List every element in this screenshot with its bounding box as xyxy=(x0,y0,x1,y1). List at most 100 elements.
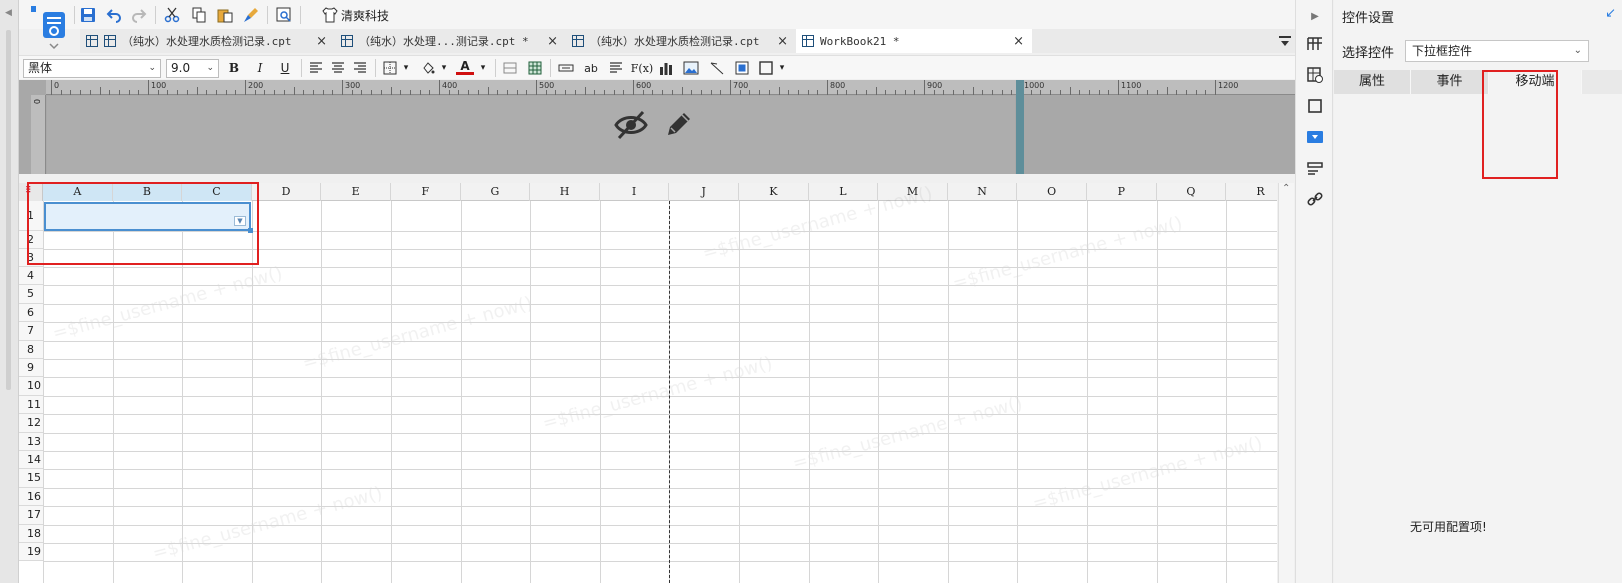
font-size-value: 9.0 xyxy=(171,61,191,75)
row-header-16[interactable]: 16 xyxy=(19,487,43,507)
font-color-button[interactable]: A xyxy=(456,59,474,75)
condition-attribute-icon[interactable] xyxy=(1305,158,1325,178)
ruler-minor-tick xyxy=(623,90,625,95)
row-header-9[interactable]: 9 xyxy=(19,359,43,378)
ruler-minor-tick xyxy=(215,90,217,95)
chevron-down-icon[interactable]: ▾ xyxy=(773,59,791,77)
watermark-text: =$fine_username + now() xyxy=(1030,432,1265,515)
collapse-right-icon[interactable]: ▶ xyxy=(1305,6,1325,26)
scroll-up-icon[interactable]: ⌃ xyxy=(1282,183,1290,194)
chevron-down-icon[interactable]: ▾ xyxy=(397,59,415,77)
column-header-k[interactable]: K xyxy=(739,183,809,201)
slash-icon[interactable] xyxy=(708,59,726,77)
merge-cell-icon[interactable] xyxy=(501,59,519,77)
row-header-12[interactable]: 12 xyxy=(19,414,43,433)
column-header-f[interactable]: F xyxy=(391,183,461,201)
redo-icon[interactable] xyxy=(129,5,149,25)
column-header-g[interactable]: G xyxy=(461,183,531,201)
shirt-icon xyxy=(322,7,338,23)
widget-settings-icon[interactable] xyxy=(1305,127,1325,147)
edit-pencil-icon[interactable] xyxy=(664,109,694,139)
row-header-8[interactable]: 8 xyxy=(19,340,43,359)
ruler-minor-tick xyxy=(1137,90,1139,95)
column-header-q[interactable]: Q xyxy=(1157,183,1227,201)
column-header-r[interactable]: R xyxy=(1226,183,1277,201)
paste-icon[interactable] xyxy=(215,5,235,25)
hyperlink-icon[interactable] xyxy=(1305,189,1325,209)
row-header-18[interactable]: 18 xyxy=(19,524,43,543)
row-header-6[interactable]: 6 xyxy=(19,303,43,323)
widget-type-select[interactable]: 下拉框控件 ⌄ xyxy=(1405,40,1589,62)
grid-column-line xyxy=(460,201,462,583)
row-header-7[interactable]: 7 xyxy=(19,322,43,341)
chevron-down-icon[interactable]: ▾ xyxy=(435,59,453,77)
image-icon[interactable] xyxy=(682,59,700,77)
collapse-left-icon[interactable]: ◀ xyxy=(5,8,12,18)
parameter-pane-preview[interactable]: 0 100 200 300 400 500 600 700 800 900 1000 1100 1200… xyxy=(19,80,1295,174)
sub-report-icon[interactable] xyxy=(733,59,751,77)
parameter-form-area[interactable] xyxy=(47,96,1015,174)
tab-document-2[interactable]: （纯水）水处理...测记录.cpt * × xyxy=(335,29,566,53)
table-icon[interactable] xyxy=(526,59,544,77)
text-ab-button[interactable]: ab xyxy=(582,59,600,77)
vertical-scrollbar[interactable]: ⌃ xyxy=(1278,183,1294,583)
left-collapse-strip[interactable]: ◀ xyxy=(0,0,19,583)
italic-button[interactable]: I xyxy=(251,59,269,77)
row-header-15[interactable]: 15 xyxy=(19,469,43,488)
close-tab-icon[interactable]: × xyxy=(777,34,788,49)
column-header-h[interactable]: H xyxy=(530,183,600,201)
cut-icon[interactable] xyxy=(162,5,182,25)
chevron-down-icon[interactable]: ▾ xyxy=(474,59,492,77)
font-family-select[interactable]: 黑体 ⌄ xyxy=(23,59,161,78)
column-header-o[interactable]: O xyxy=(1017,183,1087,201)
formula-button[interactable]: F(x) xyxy=(631,59,653,77)
tab-menu-icon[interactable] xyxy=(1278,34,1292,48)
paragraph-icon[interactable] xyxy=(607,59,625,77)
row-header-14[interactable]: 14 xyxy=(19,451,43,470)
tab-workbook21[interactable]: WorkBook21 * × xyxy=(796,29,1032,53)
tab-document-3[interactable]: （纯水）水处理水质检测记录.cpt × xyxy=(566,29,796,53)
cell-attribute-icon[interactable] xyxy=(1305,65,1325,85)
pin-icon[interactable]: ↙ xyxy=(1605,6,1616,21)
row-header-11[interactable]: 11 xyxy=(19,395,43,415)
form-width-handle[interactable] xyxy=(1016,80,1024,174)
column-header-d[interactable]: D xyxy=(252,183,322,201)
column-header-e[interactable]: E xyxy=(321,183,391,201)
align-left-icon[interactable] xyxy=(307,59,325,77)
float-element-icon[interactable] xyxy=(1305,96,1325,116)
save-icon[interactable] xyxy=(78,5,98,25)
close-tab-icon[interactable]: × xyxy=(1013,34,1024,49)
ruler-minor-tick xyxy=(80,90,82,95)
undo-icon[interactable] xyxy=(104,5,124,25)
left-scrollbar[interactable] xyxy=(6,30,11,390)
align-right-icon[interactable] xyxy=(351,59,369,77)
bold-button[interactable]: B xyxy=(225,59,243,77)
row-header-13[interactable]: 13 xyxy=(19,432,43,451)
row-header-10[interactable]: 10 xyxy=(19,377,43,396)
designer-logo-icon[interactable] xyxy=(30,4,70,50)
row-header-5[interactable]: 5 xyxy=(19,285,43,304)
column-header-n[interactable]: N xyxy=(948,183,1018,201)
tab-document-1[interactable]: （纯水）水处理水质检测记录.cpt × xyxy=(80,29,335,53)
column-header-j[interactable]: J xyxy=(669,183,739,201)
row-header-19[interactable]: 19 xyxy=(19,543,43,562)
font-size-select[interactable]: 9.0 ⌄ xyxy=(166,59,219,78)
tab-events[interactable]: 事件 xyxy=(1411,70,1489,94)
close-tab-icon[interactable]: × xyxy=(547,34,558,49)
underline-button[interactable]: U xyxy=(276,59,294,77)
preview-icon[interactable] xyxy=(274,5,294,25)
bar-chart-icon[interactable] xyxy=(657,59,675,77)
format-painter-icon[interactable] xyxy=(241,5,261,25)
close-tab-icon[interactable]: × xyxy=(316,34,327,49)
tab-attributes[interactable]: 属性 xyxy=(1334,70,1411,94)
hide-eye-icon[interactable] xyxy=(614,108,648,142)
column-header-p[interactable]: P xyxy=(1087,183,1157,201)
align-center-icon[interactable] xyxy=(329,59,347,77)
row-header-17[interactable]: 17 xyxy=(19,506,43,525)
row-header-4[interactable]: 4 xyxy=(19,267,43,286)
cell-element-icon[interactable] xyxy=(1305,34,1325,54)
brand-button[interactable]: 清爽科技 xyxy=(322,5,389,25)
text-field-icon[interactable] xyxy=(557,59,575,77)
column-header-i[interactable]: I xyxy=(600,183,670,201)
copy-icon[interactable] xyxy=(189,5,209,25)
